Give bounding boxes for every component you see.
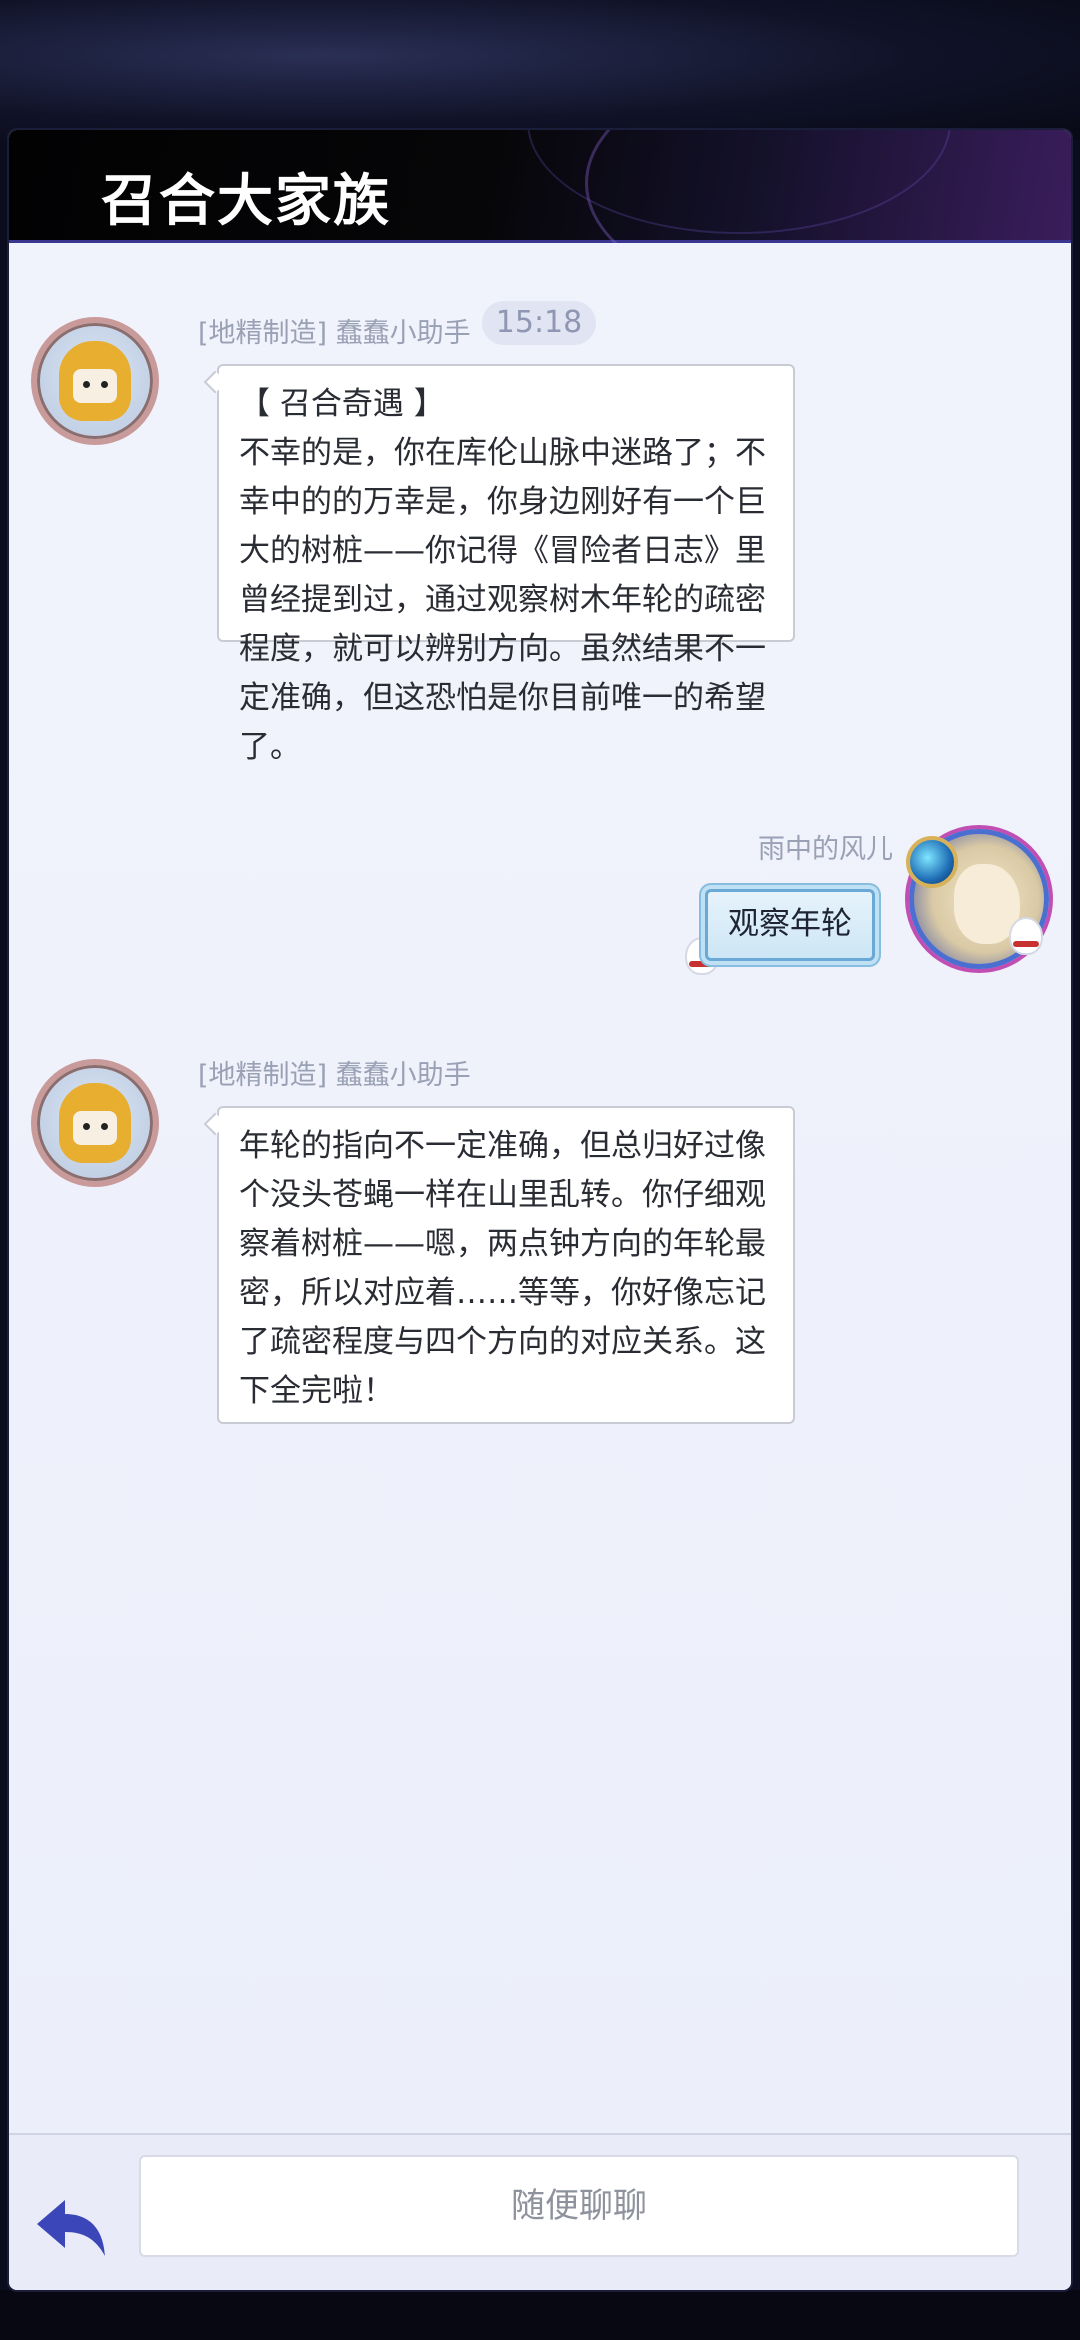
timestamp: 15:18	[482, 301, 596, 345]
message-bubble[interactable]: 年轮的指向不一定准确，但总归好过像个没头苍蝇一样在山里乱转。你仔细观察着树桩——…	[217, 1106, 795, 1424]
bunny-icon	[1009, 917, 1043, 955]
robot-avatar-icon[interactable]	[31, 1059, 159, 1187]
message-bubble[interactable]: 【 召合奇遇 】 不幸的是，你在库伦山脉中迷路了；不幸中的的万幸是，你身边刚好有…	[217, 364, 795, 765]
chat-area[interactable]: 15:18 [地精制造] 蠢蠢小助手 【 召合奇遇 】 不幸的是，你在库伦山脉中…	[9, 243, 1071, 2133]
input-bar: 随便聊聊	[9, 2133, 1071, 2290]
sender-name: [地精制造] 蠢蠢小助手	[198, 1060, 471, 1091]
chat-panel: 召合大家族 15:18 [地精制造] 蠢蠢小助手 【 召合奇遇 】 不幸的是，你…	[9, 130, 1071, 2290]
user-sender-name: 雨中的风儿	[758, 834, 893, 865]
robot-avatar-icon[interactable]	[31, 317, 159, 445]
background-bottom	[0, 2290, 1080, 2340]
background-top	[0, 0, 1080, 140]
back-arrow-icon[interactable]	[31, 2190, 111, 2270]
page-title: 召合大家族	[101, 168, 391, 234]
panel-header: 召合大家族	[9, 130, 1071, 316]
user-message-bubble[interactable]: 观察年轮	[705, 889, 875, 961]
orb-icon	[906, 836, 958, 888]
sender-name: [地精制造] 蠢蠢小助手	[198, 318, 471, 349]
chat-input[interactable]: 随便聊聊	[139, 2155, 1019, 2257]
